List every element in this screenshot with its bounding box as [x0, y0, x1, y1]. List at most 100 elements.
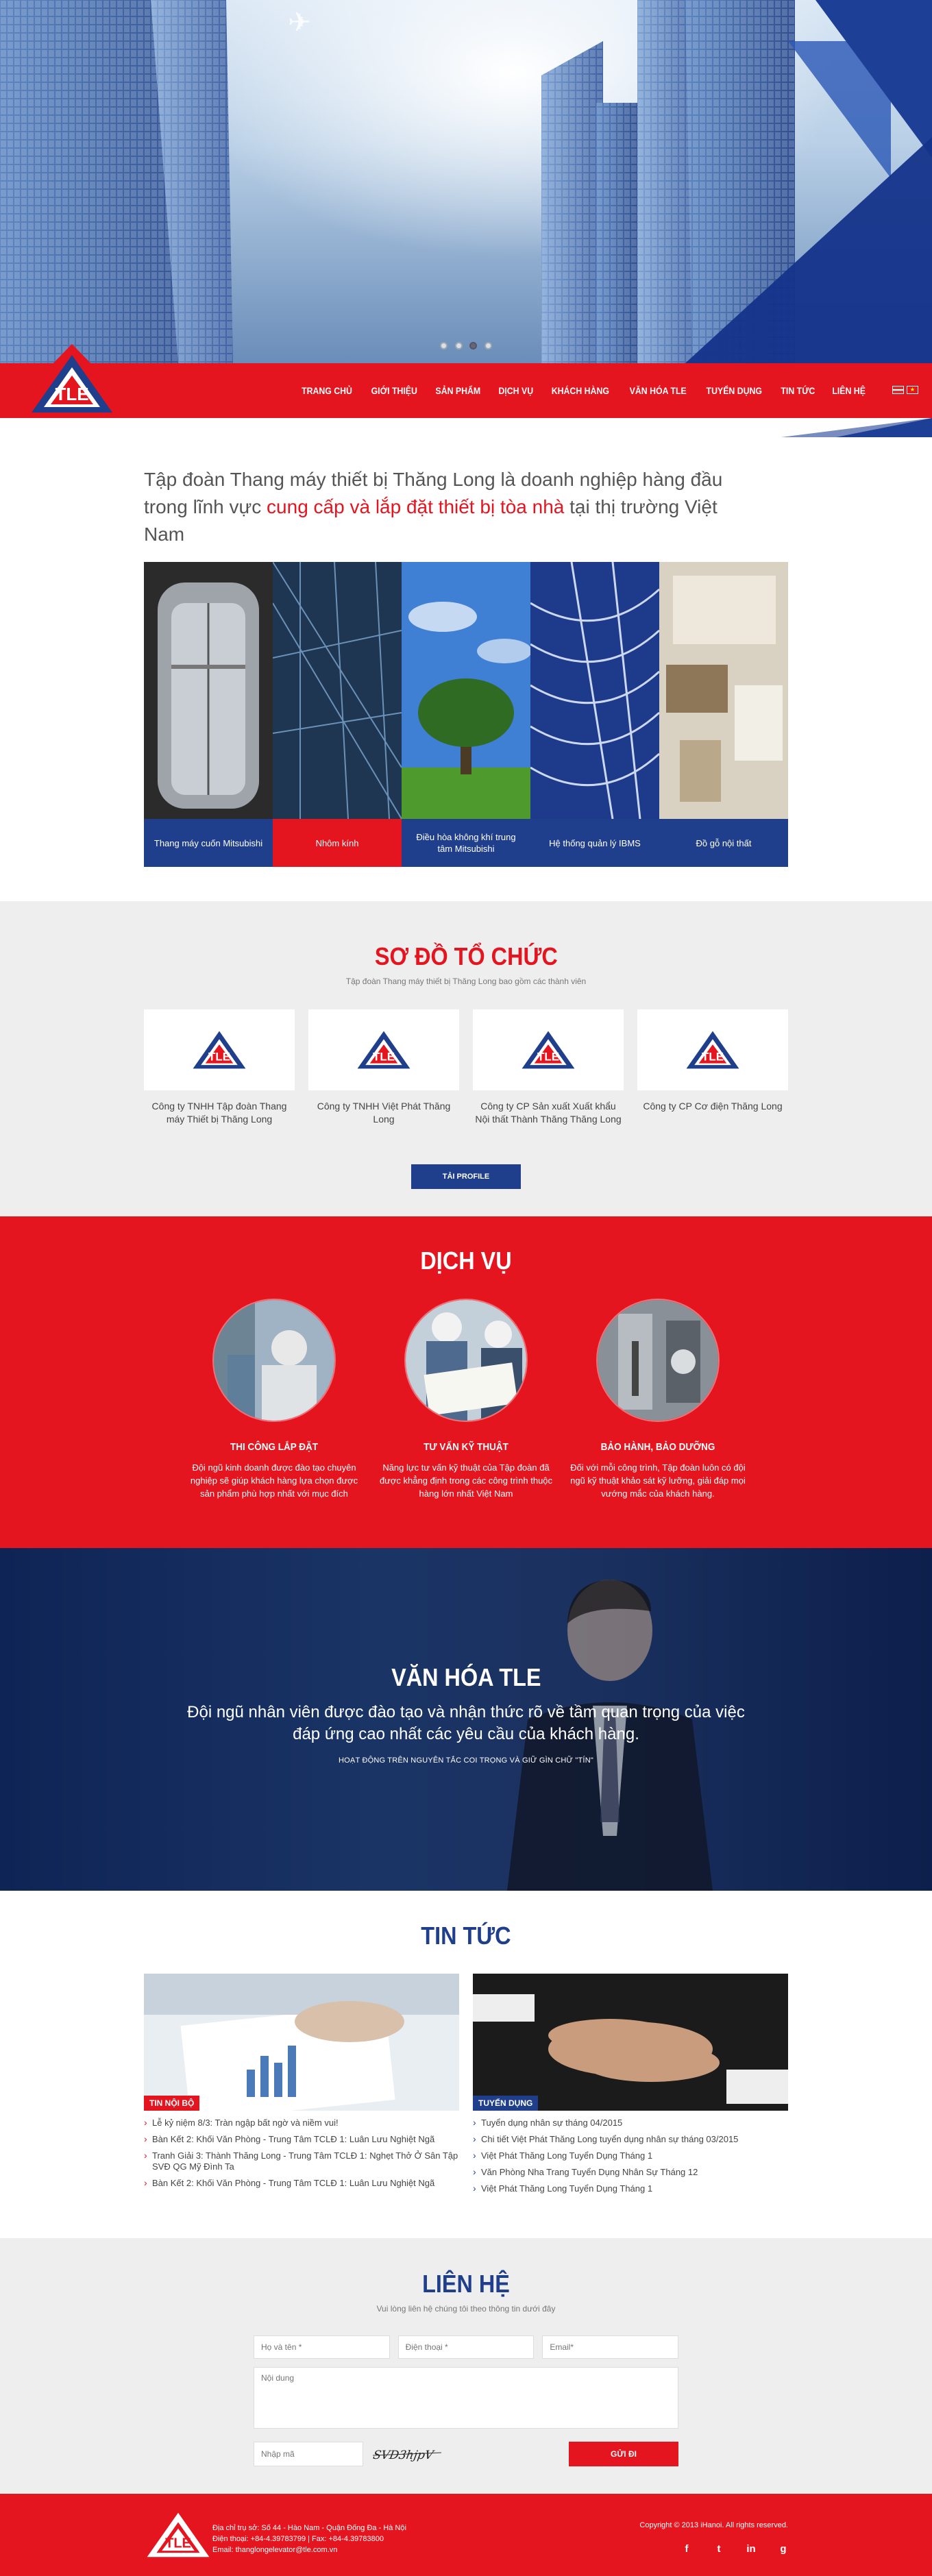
slider-dot[interactable] — [454, 342, 463, 349]
company-card[interactable]: TLE Công ty CP Cơ điện Thăng Long — [637, 1009, 788, 1126]
news-link[interactable]: Việt Phát Thăng Long Tuyển Dụng Tháng 1 — [473, 2181, 788, 2197]
service-desc: Đội ngũ kinh doanh được đào tạo chuyên n… — [190, 1462, 358, 1499]
facebook-icon[interactable]: f — [682, 2543, 691, 2555]
footer-contact-info: Địa chỉ trụ sở: Số 44 - Hào Nam - Quận Đ… — [212, 2523, 406, 2555]
service-title: TƯ VẤN KỸ THUẬT — [424, 1441, 508, 1453]
tle-logo-icon: TLE — [32, 355, 112, 413]
product-card-escalator[interactable]: Thang máy cuốn Mitsubishi — [144, 562, 273, 867]
svg-text:SVD3hjpV: SVD3hjpV — [373, 2449, 436, 2462]
company-name: Công ty CP Sản xuất Xuất khẩu Nội thất T… — [475, 1101, 622, 1125]
product-card-aluminum-glass[interactable]: Nhôm kính — [273, 562, 402, 867]
company-card[interactable]: TLE Công ty TNHH Tập đoàn Thang máy Thiế… — [144, 1009, 295, 1126]
company-name: Công ty CP Cơ điện Thăng Long — [643, 1101, 783, 1112]
tle-logo-icon: TLE — [522, 1031, 575, 1069]
english-flag-icon[interactable] — [892, 386, 904, 394]
company-name: Công ty TNHH Việt Phát Thăng Long — [317, 1101, 451, 1125]
news-image[interactable]: TIN NỘI BỘ — [144, 1974, 459, 2111]
section-subtitle: Vui lòng liên hệ chúng tôi theo thông ti… — [376, 2304, 556, 2314]
service-item[interactable]: THI CÔNG LẮP ĐẶT Đội ngũ kinh doanh được… — [185, 1299, 363, 1500]
product-card-furniture[interactable]: Đồ gỗ nội thất — [659, 562, 788, 867]
logo[interactable]: TLE — [0, 344, 144, 418]
tle-logo-icon: TLE — [686, 1031, 739, 1069]
company-card[interactable]: TLE Công ty CP Sản xuất Xuất khẩu Nội th… — [473, 1009, 624, 1126]
svg-text:TLE: TLE — [208, 1051, 230, 1064]
news-link[interactable]: Bàn Kết 2: Khối Văn Phòng - Trung Tâm TC… — [144, 2175, 459, 2192]
footer-logo-icon[interactable]: TLE — [144, 2507, 212, 2562]
news-link[interactable]: Tranh Giải 3: Thành Thăng Long - Trung T… — [144, 2148, 459, 2175]
slider-dot[interactable] — [484, 342, 492, 349]
name-input[interactable] — [254, 2335, 390, 2359]
consulting-image — [406, 1300, 526, 1421]
slider-dot[interactable] — [440, 342, 448, 349]
section-title: TIN TỨC — [421, 1922, 511, 1950]
menu-item-services[interactable]: DỊCH VỤ — [493, 385, 538, 396]
company-name: Công ty TNHH Tập đoàn Thang máy Thiết bị… — [151, 1101, 287, 1125]
service-desc: Đối với mỗi công trình, Tập đoàn luôn có… — [570, 1462, 746, 1499]
linkedin-icon[interactable]: in — [746, 2543, 756, 2555]
menu-item-recruitment[interactable]: TUYỂN DỤNG — [701, 385, 768, 396]
teamwork-hands-image — [473, 1974, 788, 2111]
intro-section: Tập đoàn Thang máy thiết bị Thăng Long l… — [144, 418, 788, 901]
footer-email: Email: thanglongelevator@tle.com.vn — [212, 2546, 338, 2554]
news-section: TIN TỨC TIN NỘI BỘ Lễ kỷ niệm 8/3: Tràn … — [0, 1891, 932, 2238]
installation-image — [214, 1300, 334, 1421]
news-link[interactable]: Việt Phát Thăng Long Tuyển Dụng Tháng 1 — [473, 2148, 788, 2164]
news-link[interactable]: Lễ kỷ niệm 8/3: Tràn ngập bất ngờ và niề… — [144, 2115, 459, 2131]
news-image[interactable]: TUYỂN DỤNG — [473, 1974, 788, 2111]
company-card[interactable]: TLE Công ty TNHH Việt Phát Thăng Long — [308, 1009, 459, 1126]
product-card-air-conditioning[interactable]: Điều hòa không khí trung tâm Mitsubishi — [402, 562, 530, 867]
captcha-image: SVD3hjpV — [373, 2449, 441, 2462]
menu-item-home[interactable]: TRANG CHỦ — [296, 385, 358, 396]
send-button[interactable]: GỬI ĐI — [569, 2442, 678, 2466]
svg-text:TLE: TLE — [702, 1051, 724, 1064]
email-input[interactable] — [542, 2335, 679, 2359]
services-section: DỊCH VỤ THI CÔNG LẮP ĐẶT Đội ngũ kinh do… — [0, 1216, 932, 1548]
slider-dot-active[interactable] — [469, 342, 478, 349]
section-title: SƠ ĐỒ TỔ CHỨC — [374, 942, 558, 970]
product-list: Thang máy cuốn Mitsubishi Nhôm kính Điều… — [144, 562, 788, 867]
hero-banner: ✈ — [0, 0, 932, 363]
footer-phone: Điện thoại: +84-4.39783799 | Fax: +84-4.… — [212, 2535, 384, 2543]
message-textarea[interactable] — [254, 2367, 678, 2429]
news-link[interactable]: Văn Phòng Nha Trang Tuyển Dụng Nhân Sự T… — [473, 2164, 788, 2181]
footer-address: Địa chỉ trụ sở: Số 44 - Hào Nam - Quận Đ… — [212, 2524, 406, 2532]
menu-item-contact[interactable]: LIÊN HỆ — [826, 385, 870, 396]
section-title: LIÊN HỆ — [422, 2270, 510, 2298]
twitter-icon[interactable]: t — [714, 2543, 724, 2555]
tle-logo-icon: TLE — [193, 1031, 246, 1069]
interior-image — [659, 562, 788, 819]
menu-item-products[interactable]: SẢN PHẨM — [430, 385, 487, 396]
service-desc: Năng lực tư vấn kỹ thuật của Tập đoàn đã… — [379, 1462, 553, 1499]
contact-section: LIÊN HỆ Vui lòng liên hệ chúng tôi theo … — [0, 2238, 932, 2494]
maintenance-image — [598, 1300, 718, 1421]
service-item[interactable]: TƯ VẤN KỸ THUẬT Năng lực tư vấn kỹ thuật… — [377, 1299, 555, 1500]
escalator-image — [144, 562, 273, 819]
news-category-tag[interactable]: TUYỂN DỤNG — [473, 2096, 539, 2111]
menu-item-about[interactable]: GIỚI THIỆU — [365, 385, 422, 396]
download-profile-button[interactable]: TẢI PROFILE — [411, 1164, 521, 1189]
product-label: Nhôm kính — [273, 819, 402, 867]
tree-image — [402, 562, 530, 819]
phone-input[interactable] — [397, 2335, 535, 2359]
news-link[interactable]: Tuyển dụng nhân sự tháng 04/2015 — [473, 2115, 788, 2131]
contact-form: SVD3hjpV GỬI ĐI — [254, 2335, 679, 2466]
product-card-ibms[interactable]: Hệ thống quản lý IBMS — [530, 562, 659, 867]
news-link[interactable]: Bàn Kết 2: Khối Văn Phòng - Trung Tâm TC… — [144, 2131, 459, 2148]
menu-item-news[interactable]: TIN TỨC — [776, 385, 821, 396]
product-label: Đồ gỗ nội thất — [659, 819, 788, 867]
section-title: DỊCH VỤ — [420, 1247, 512, 1275]
tle-logo-icon: TLE — [357, 1031, 410, 1069]
google-plus-icon[interactable]: g — [778, 2543, 788, 2555]
footer: TLE Địa chỉ trụ sở: Số 44 - Hào Nam - Qu… — [0, 2494, 932, 2576]
news-column-recruitment: TUYỂN DỤNG Tuyển dụng nhân sự tháng 04/2… — [473, 1974, 788, 2197]
news-category-tag[interactable]: TIN NỘI BỘ — [144, 2096, 200, 2111]
document-chart-image — [144, 1974, 459, 2111]
service-item[interactable]: BẢO HÀNH, BẢO DƯỠNG Đối với mỗi công trì… — [569, 1299, 747, 1500]
copyright: Copyright © 2013 iHanoi. All rights rese… — [639, 2521, 788, 2529]
news-link[interactable]: Chi tiết Việt Phát Thăng Long tuyển dụng… — [473, 2131, 788, 2148]
menu-item-customers[interactable]: KHÁCH HÀNG — [546, 385, 615, 396]
menu-item-culture[interactable]: VĂN HÓA TLE — [624, 385, 692, 396]
vietnam-flag-icon[interactable]: ★ — [907, 386, 918, 394]
captcha-input[interactable] — [254, 2442, 363, 2466]
product-label: Điều hòa không khí trung tâm Mitsubishi — [402, 819, 530, 867]
